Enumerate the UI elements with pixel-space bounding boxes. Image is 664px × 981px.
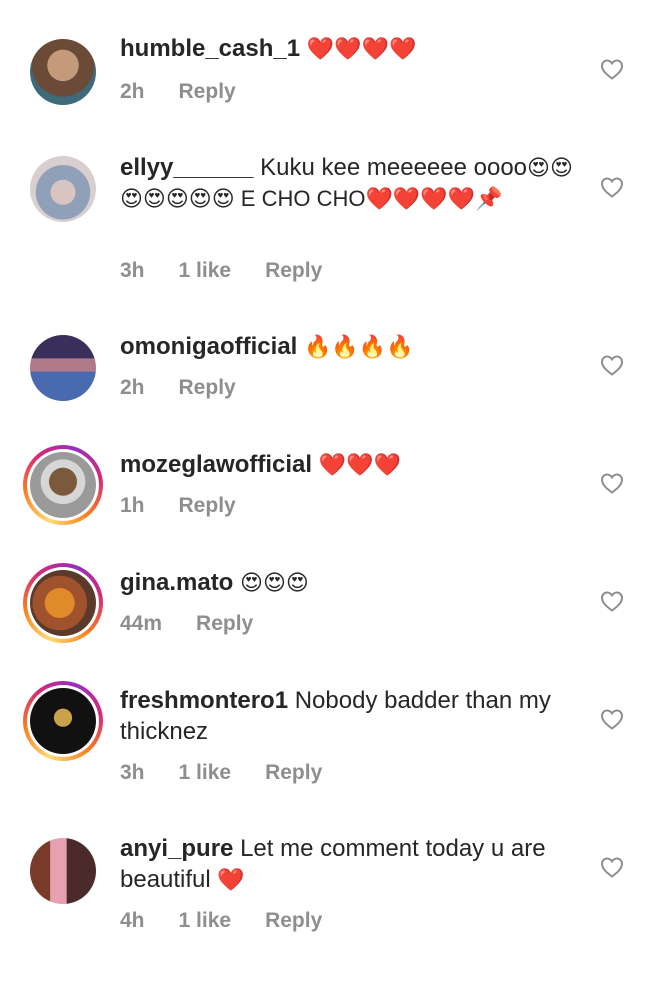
like-heart-icon[interactable] bbox=[600, 708, 624, 730]
avatar[interactable] bbox=[30, 335, 96, 401]
comment-text: mozeglawofficial ❤️❤️❤️ bbox=[120, 449, 580, 480]
comment-username[interactable]: mozeglawofficial bbox=[120, 451, 312, 478]
like-count[interactable]: 1 like bbox=[179, 909, 232, 932]
comment-meta: 1h Reply bbox=[120, 494, 270, 518]
comment-emoji: 🔥🔥🔥🔥 bbox=[304, 334, 414, 359]
comment-username[interactable]: omonigaofficial bbox=[120, 333, 297, 360]
avatar[interactable] bbox=[30, 39, 96, 105]
like-count[interactable]: 1 like bbox=[179, 761, 232, 784]
comment-username[interactable]: humble_cash_1 bbox=[120, 35, 300, 62]
reply-button[interactable]: Reply bbox=[265, 259, 322, 282]
comment-username[interactable]: anyi_pure bbox=[120, 835, 233, 862]
comment-time: 3h bbox=[120, 259, 145, 282]
avatar[interactable] bbox=[30, 838, 96, 904]
comment-meta: 2h Reply bbox=[120, 376, 270, 400]
comment-time: 2h bbox=[120, 80, 145, 103]
comment-meta: 2h Reply bbox=[120, 80, 270, 104]
comment-emoji: ❤️ bbox=[217, 867, 245, 892]
avatar[interactable] bbox=[23, 563, 103, 643]
reply-button[interactable]: Reply bbox=[179, 494, 236, 517]
comment-text: ellyy______ Kuku kee meeeeee oooo😍😍😍😍😍😍😍… bbox=[120, 152, 580, 214]
comment-body: Kuku kee meeeeee oooo bbox=[260, 154, 528, 181]
comment-time: 1h bbox=[120, 494, 145, 517]
comment-time: 4h bbox=[120, 909, 145, 932]
comment-username[interactable]: ellyy______ bbox=[120, 154, 253, 181]
comment-emoji: 😍😍😍 bbox=[240, 570, 309, 595]
comment-meta: 44m Reply bbox=[120, 612, 287, 636]
like-heart-icon[interactable] bbox=[600, 58, 624, 80]
like-heart-icon[interactable] bbox=[600, 856, 624, 878]
avatar[interactable] bbox=[23, 445, 103, 525]
comment-time: 44m bbox=[120, 612, 163, 635]
like-heart-icon[interactable] bbox=[600, 590, 624, 612]
like-heart-icon[interactable] bbox=[600, 472, 624, 494]
reply-button[interactable]: Reply bbox=[265, 761, 322, 784]
reply-button[interactable]: Reply bbox=[179, 80, 236, 103]
comment-meta: 4h 1 like Reply bbox=[120, 909, 356, 933]
comment-username[interactable]: freshmontero1 bbox=[120, 687, 288, 714]
comment-text: anyi_pure Let me comment today u are bea… bbox=[120, 833, 580, 895]
comment-username[interactable]: gina.mato bbox=[120, 569, 233, 596]
like-heart-icon[interactable] bbox=[600, 176, 624, 198]
like-heart-icon[interactable] bbox=[600, 354, 624, 376]
comment-emoji: ❤️❤️❤️❤️ bbox=[306, 36, 417, 61]
comment-time: 3h bbox=[120, 761, 145, 784]
like-count[interactable]: 1 like bbox=[179, 259, 232, 282]
avatar[interactable] bbox=[30, 156, 96, 222]
comment-text: humble_cash_1 ❤️❤️❤️❤️ bbox=[120, 33, 580, 64]
comment-text: omonigaofficial 🔥🔥🔥🔥 bbox=[120, 331, 580, 362]
comment-text: freshmontero1 Nobody badder than my thic… bbox=[120, 685, 580, 747]
reply-button[interactable]: Reply bbox=[265, 909, 322, 932]
reply-button[interactable]: Reply bbox=[196, 612, 253, 635]
reply-button[interactable]: Reply bbox=[179, 376, 236, 399]
comment-text: gina.mato 😍😍😍 bbox=[120, 567, 580, 598]
comment-meta: 3h 1 like Reply bbox=[120, 259, 356, 283]
comment-emoji: ❤️❤️❤️ bbox=[318, 452, 401, 477]
comment-meta: 3h 1 like Reply bbox=[120, 761, 356, 785]
avatar[interactable] bbox=[23, 681, 103, 761]
comment-time: 2h bbox=[120, 376, 145, 399]
